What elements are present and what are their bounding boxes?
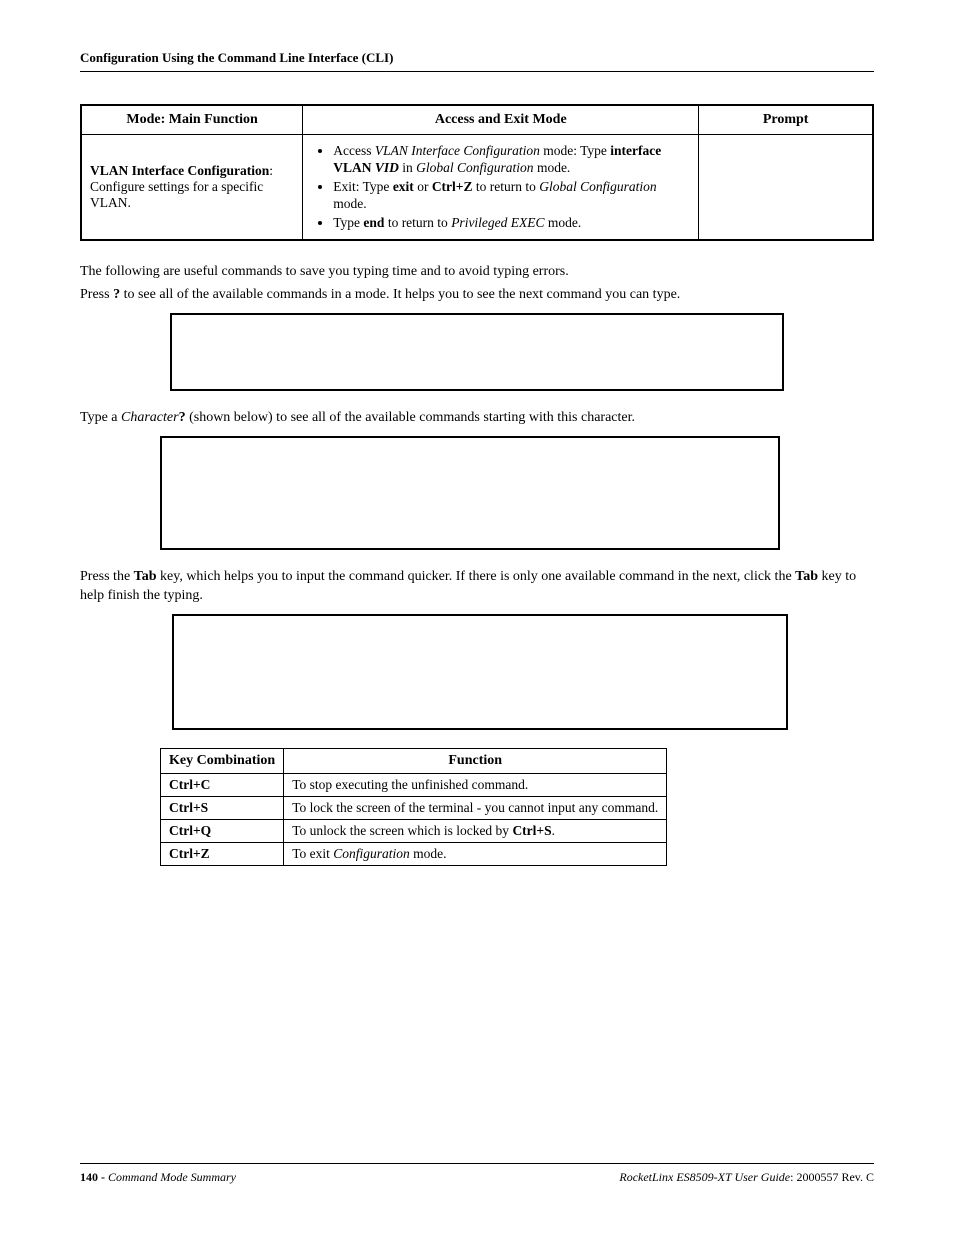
text-bold: Ctrl+S xyxy=(512,823,551,838)
text-italic: Privileged EXEC xyxy=(451,215,544,230)
text: (shown below) to see all of the availabl… xyxy=(186,410,635,425)
text-bold: Tab xyxy=(134,569,157,584)
text: Type a xyxy=(80,410,121,425)
page-header: Configuration Using the Command Line Int… xyxy=(80,50,874,72)
text-italic: Global Configuration xyxy=(416,160,533,175)
footer-section: Command Mode Summary xyxy=(108,1170,236,1184)
code-box xyxy=(160,436,780,550)
text-bold: end xyxy=(363,215,384,230)
list-item: Exit: Type exit or Ctrl+Z to return to G… xyxy=(333,179,690,213)
cell-func: To stop executing the unfinished command… xyxy=(284,773,667,796)
th-func: Function xyxy=(284,748,667,773)
paragraph: Type a Character? (shown below) to see a… xyxy=(80,409,874,428)
footer-rev: : 2000557 Rev. C xyxy=(790,1170,874,1184)
table-row: VLAN Interface Configuration: Configure … xyxy=(81,135,873,241)
text-bold: exit xyxy=(393,179,414,194)
table-row: Ctrl+Q To unlock the screen which is loc… xyxy=(161,819,667,842)
table-header-row: Key Combination Function xyxy=(161,748,667,773)
cell-prompt xyxy=(699,135,873,241)
text: mode. xyxy=(545,215,582,230)
text-italic: Character xyxy=(121,410,179,425)
text: mode. xyxy=(410,846,447,861)
cell-combo: Ctrl+Q xyxy=(161,819,284,842)
cell-access: Access VLAN Interface Configuration mode… xyxy=(303,135,699,241)
footer-left: 140 - Command Mode Summary xyxy=(80,1170,236,1185)
footer-right: RocketLinx ES8509-XT User Guide: 2000557… xyxy=(619,1170,874,1185)
text: or xyxy=(414,179,432,194)
mode-table: Mode: Main Function Access and Exit Mode… xyxy=(80,104,874,241)
cell-func: To unlock the screen which is locked by … xyxy=(284,819,667,842)
text-bold: Ctrl+Z xyxy=(432,179,473,194)
text: To exit xyxy=(292,846,333,861)
header-title: Configuration Using the Command Line Int… xyxy=(80,50,393,65)
text: mode. xyxy=(534,160,571,175)
mode-title: VLAN Interface Configuration xyxy=(90,163,269,178)
table-row: Ctrl+Z To exit Configuration mode. xyxy=(161,842,667,865)
text-bold: Tab xyxy=(795,569,818,584)
text: key, which helps you to input the comman… xyxy=(157,569,796,584)
access-list: Access VLAN Interface Configuration mode… xyxy=(311,143,690,231)
code-box xyxy=(172,614,788,730)
text: Press xyxy=(80,287,113,302)
th-combo: Key Combination xyxy=(161,748,284,773)
cell-func: To lock the screen of the terminal - you… xyxy=(284,796,667,819)
text: to return to xyxy=(384,215,451,230)
text: Type xyxy=(333,215,363,230)
code-box xyxy=(170,313,784,391)
th-mode: Mode: Main Function xyxy=(81,105,303,135)
footer-guide: RocketLinx ES8509-XT User Guide xyxy=(619,1170,790,1184)
list-item: Type end to return to Privileged EXEC mo… xyxy=(333,215,690,232)
text: To unlock the screen which is locked by xyxy=(292,823,512,838)
text: Press the xyxy=(80,569,134,584)
list-item: Access VLAN Interface Configuration mode… xyxy=(333,143,690,177)
table-header-row: Mode: Main Function Access and Exit Mode… xyxy=(81,105,873,135)
text: in xyxy=(399,160,416,175)
text: mode: Type xyxy=(540,143,610,158)
key-combination-table: Key Combination Function Ctrl+C To stop … xyxy=(160,748,667,866)
table-row: Ctrl+C To stop executing the unfinished … xyxy=(161,773,667,796)
cell-func: To exit Configuration mode. xyxy=(284,842,667,865)
page-footer: 140 - Command Mode Summary RocketLinx ES… xyxy=(80,1163,874,1185)
text-bolditalic: VID xyxy=(375,160,399,175)
text: Exit: Type xyxy=(333,179,393,194)
text: mode. xyxy=(333,196,366,211)
th-prompt: Prompt xyxy=(699,105,873,135)
page-number: 140 - xyxy=(80,1170,108,1184)
paragraph: Press the Tab key, which helps you to in… xyxy=(80,568,874,606)
cell-mode: VLAN Interface Configuration: Configure … xyxy=(81,135,303,241)
paragraph: Press ? to see all of the available comm… xyxy=(80,286,874,305)
text-italic: Configuration xyxy=(333,846,410,861)
table-row: Ctrl+S To lock the screen of the termina… xyxy=(161,796,667,819)
text-italic: VLAN Interface Configuration xyxy=(375,143,540,158)
th-access: Access and Exit Mode xyxy=(303,105,699,135)
text: to see all of the available commands in … xyxy=(120,287,680,302)
cell-combo: Ctrl+Z xyxy=(161,842,284,865)
cell-combo: Ctrl+C xyxy=(161,773,284,796)
text: to return to xyxy=(473,179,540,194)
text: . xyxy=(552,823,555,838)
text: Access xyxy=(333,143,375,158)
cell-combo: Ctrl+S xyxy=(161,796,284,819)
text-bold: ? xyxy=(179,410,186,425)
text-italic: Global Configuration xyxy=(539,179,656,194)
paragraph: The following are useful commands to sav… xyxy=(80,263,874,282)
text-bold: ? xyxy=(113,287,120,302)
